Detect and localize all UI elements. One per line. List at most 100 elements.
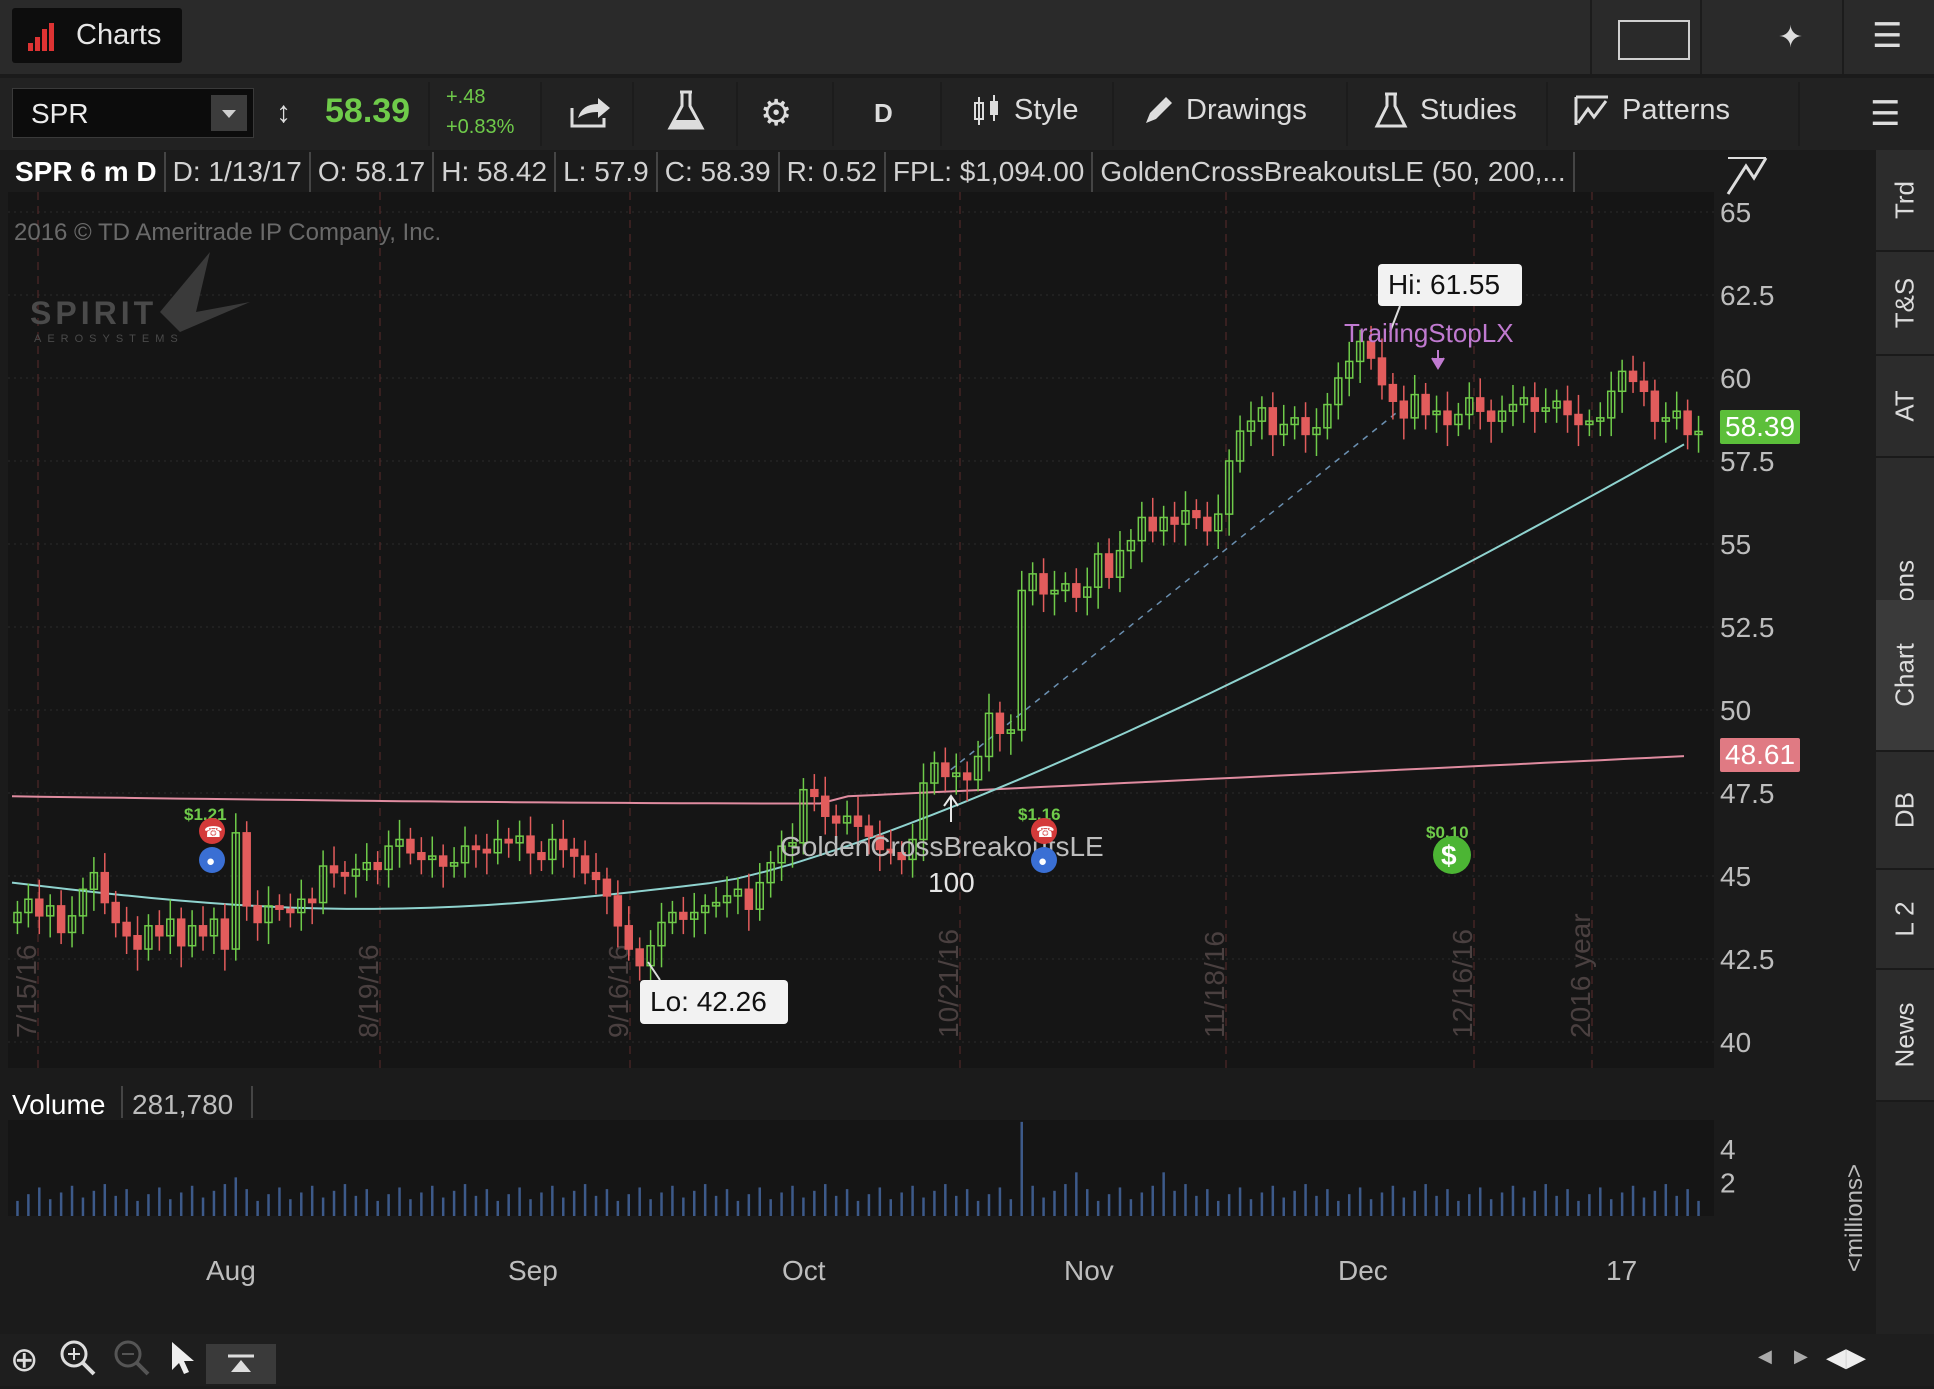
candle-body: [286, 908, 295, 914]
price-tick-label: 55: [1720, 529, 1751, 560]
link-icon[interactable]: ↕: [276, 96, 291, 130]
studies-button[interactable]: Studies: [1374, 92, 1517, 128]
candle-body: [417, 852, 426, 861]
candle-body: [406, 838, 415, 854]
style-button[interactable]: Style: [972, 94, 1078, 127]
expand-range-icon[interactable]: ◀▶: [1826, 1342, 1866, 1373]
candle-body: [482, 848, 492, 854]
price-tick-label: 45: [1720, 861, 1751, 892]
info-strategy[interactable]: GoldenCrossBreakoutsLE (50, 200,...: [1093, 152, 1575, 192]
symbol-dropdown-button[interactable]: [211, 95, 247, 131]
info-date: D: 1/13/17: [166, 152, 311, 192]
candle-body: [821, 795, 830, 817]
divider: [940, 82, 942, 146]
patterns-icon: [1574, 95, 1608, 125]
chart-info-bar: SPR 6 m D D: 1/13/17 O: 58.17 H: 58.42 L…: [8, 152, 1575, 192]
chart-title: SPR 6 m D: [8, 152, 166, 192]
tab-level2[interactable]: L 2: [1876, 870, 1934, 970]
candle-body: [1203, 516, 1212, 532]
trailing-stop-label: TrailingStopLX: [1344, 318, 1514, 348]
scroll-left-icon[interactable]: ◀: [1758, 1346, 1772, 1367]
share-button[interactable]: [568, 94, 612, 135]
candle-body: [111, 901, 120, 924]
pointer-tool[interactable]: [168, 1340, 196, 1381]
vertical-date-label: 11/18/16: [1199, 931, 1230, 1038]
zoom-in-icon: [60, 1340, 96, 1376]
tab-news[interactable]: News: [1876, 970, 1934, 1102]
last-price-tag: 58.39: [1720, 410, 1801, 444]
candle-body: [275, 905, 284, 910]
tab-label: T&S: [1889, 277, 1920, 329]
candle-body: [1072, 583, 1081, 598]
pin-icon[interactable]: ✦: [1778, 20, 1803, 55]
aggregation-button[interactable]: D: [874, 98, 893, 129]
tab-active-trader[interactable]: AT: [1876, 356, 1934, 458]
tab-trd[interactable]: Trd: [1876, 150, 1934, 252]
tab-charts[interactable]: Charts: [12, 8, 182, 63]
tab-db[interactable]: DB: [1876, 752, 1934, 870]
symbol-selector[interactable]: SPR: [12, 88, 254, 138]
crosshair-icon[interactable]: ⊕: [10, 1340, 39, 1380]
volume-axis: 42: [1720, 1134, 1736, 1199]
zoom-out-button[interactable]: [112, 1338, 152, 1383]
price-chart[interactable]: 7/15/16 8/19/16 9/16/16 10/21/16 11/18/16 12/…: [0, 192, 1876, 1342]
tab-time-and-sales[interactable]: T&S: [1876, 252, 1934, 356]
svg-text:●: ●: [206, 853, 215, 870]
candle-body: [122, 921, 131, 937]
lo-label: Lo: 42.26: [650, 986, 767, 1017]
candle-body: [471, 845, 481, 851]
golden-cross-qty: 100: [928, 867, 975, 898]
tab-chart[interactable]: Chart: [1876, 600, 1934, 752]
candle-body: [329, 865, 339, 874]
candle-body: [56, 905, 66, 934]
vertical-date-label: 2016 year: [1565, 913, 1596, 1038]
flask-button[interactable]: [666, 90, 706, 137]
candle-body: [941, 762, 950, 778]
copyright-text: 2016 © TD Ameritrade IP Company, Inc.: [14, 219, 441, 246]
candle-body: [537, 852, 546, 861]
share-icon: [570, 98, 610, 128]
candle-body: [176, 918, 186, 947]
ma-price-tag: 48.61: [1720, 738, 1801, 772]
last-price: 58.39: [325, 92, 411, 130]
candle-body: [1639, 380, 1649, 393]
expand-panel-button[interactable]: [206, 1344, 276, 1384]
detach-window-button[interactable]: [1618, 20, 1690, 60]
candles-icon: [974, 94, 998, 125]
logo-text: SPIRIT: [30, 295, 157, 331]
hi-label: Hi: 61.55: [1388, 269, 1500, 300]
divider: [736, 82, 738, 146]
beaker-icon: [1374, 92, 1408, 128]
candle-body: [438, 855, 448, 867]
svg-text:☎: ☎: [1036, 824, 1055, 841]
drawings-button[interactable]: Drawings: [1142, 94, 1307, 127]
flask-icon: [667, 90, 705, 130]
candle-body: [100, 871, 110, 904]
candle-body: [1104, 553, 1114, 578]
price-tick-label: 57.5: [1720, 446, 1775, 477]
tab-label: News: [1889, 1002, 1920, 1068]
patterns-button[interactable]: Patterns: [1574, 94, 1730, 127]
candle-body: [133, 935, 142, 950]
settings-button[interactable]: ⚙: [760, 92, 792, 134]
candle-body: [340, 871, 350, 877]
divider: [428, 82, 430, 146]
pencil-icon: [1146, 96, 1172, 123]
volume-header: [8, 1084, 1714, 1120]
info-open: O: 58.17: [311, 152, 435, 192]
gear-icon: ⚙: [760, 92, 793, 133]
scroll-right-icon[interactable]: ▶: [1794, 1346, 1808, 1367]
divider: [1798, 82, 1800, 146]
menu-icon[interactable]: ☰: [1872, 16, 1902, 56]
volume-units: <millions>: [1841, 1164, 1868, 1272]
zoom-in-button[interactable]: [58, 1338, 98, 1383]
divider: [1700, 0, 1702, 74]
candle-body: [1388, 383, 1398, 402]
candle-body: [591, 871, 601, 881]
toolbar-menu-icon[interactable]: ☰: [1870, 94, 1900, 134]
time-tick-label: Sep: [508, 1255, 558, 1286]
candle-body: [1443, 410, 1452, 426]
price-change: +.48: [446, 86, 486, 108]
candle-body: [35, 898, 44, 917]
candle-body: [1563, 400, 1572, 416]
